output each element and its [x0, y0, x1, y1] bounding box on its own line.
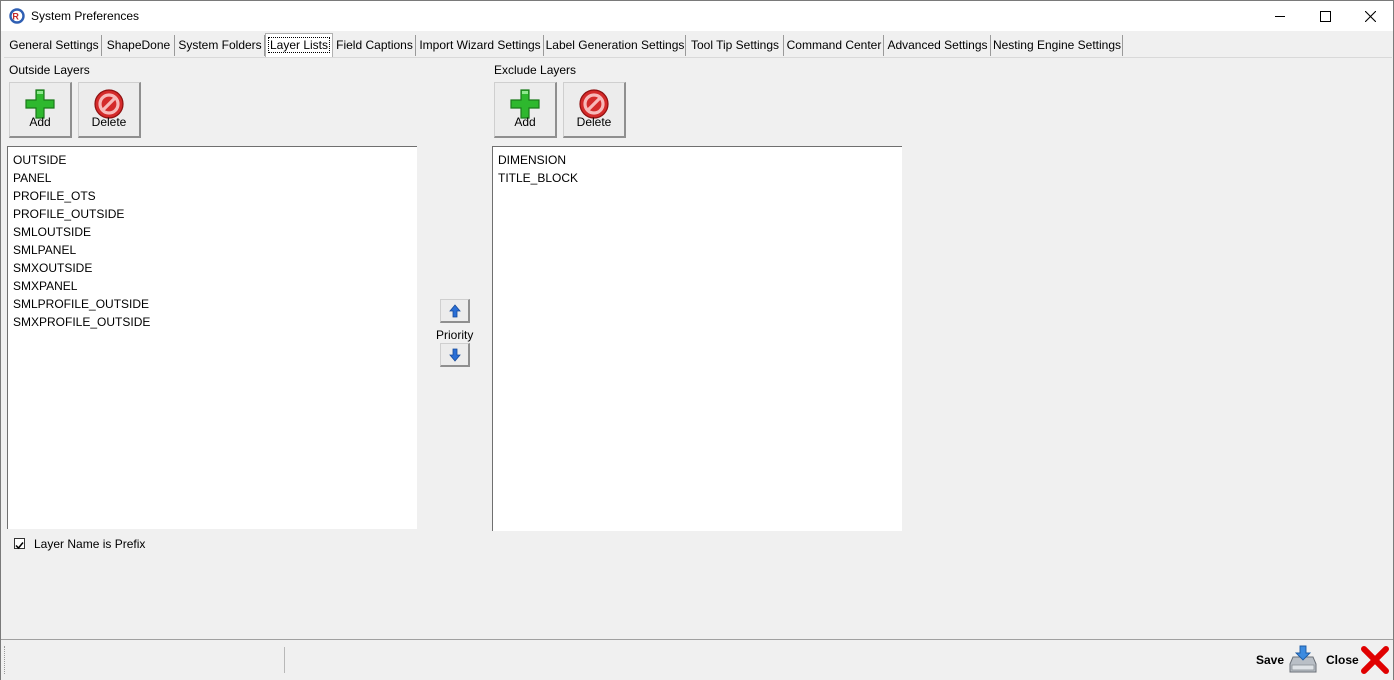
tab-strip: General Settings ShapeDone System Folder…: [4, 33, 1392, 58]
exclude-layers-label: Exclude Layers: [494, 63, 577, 77]
tab-field-captions[interactable]: Field Captions: [333, 35, 416, 56]
priority-up-button[interactable]: [440, 299, 470, 323]
layer-name-prefix-label: Layer Name is Prefix: [34, 537, 146, 551]
close-icon: [1364, 10, 1376, 22]
outside-add-button[interactable]: Add: [9, 82, 72, 138]
tab-general-settings[interactable]: General Settings: [6, 35, 102, 56]
delete-label: Delete: [91, 115, 127, 129]
add-label: Add: [29, 115, 51, 129]
tab-label: Layer Lists: [267, 37, 331, 53]
close-label[interactable]: Close: [1326, 653, 1359, 667]
tab-import-wizard-settings[interactable]: Import Wizard Settings: [416, 35, 544, 56]
add-label: Add: [514, 115, 536, 129]
list-item[interactable]: SMXOUTSIDE: [8, 259, 417, 277]
list-item[interactable]: SMLPROFILE_OUTSIDE: [8, 295, 417, 313]
svg-text:R: R: [12, 12, 19, 22]
save-icon[interactable]: [1287, 644, 1319, 679]
tab-label: System Folders: [178, 38, 262, 52]
checkmark-icon: [15, 542, 24, 550]
tab-label: Tool Tip Settings: [690, 38, 780, 52]
list-item[interactable]: SMXPROFILE_OUTSIDE: [8, 313, 417, 331]
close-x-icon[interactable]: [1360, 645, 1390, 678]
outside-delete-button[interactable]: Delete: [78, 82, 141, 138]
arrow-down-icon: [448, 348, 461, 362]
app-logo-icon: R: [9, 8, 25, 24]
tab-advanced-settings[interactable]: Advanced Settings: [884, 35, 991, 56]
tab-label: General Settings: [9, 38, 99, 52]
close-window-button[interactable]: [1347, 1, 1393, 31]
list-item[interactable]: SMLPANEL: [8, 241, 417, 259]
tab-label: Import Wizard Settings: [419, 38, 541, 52]
tab-shapedone[interactable]: ShapeDone: [102, 35, 175, 56]
tab-label: Nesting Engine Settings: [992, 38, 1122, 52]
system-preferences-window: R System Preferences General Settings Sh…: [0, 0, 1394, 680]
list-item[interactable]: PROFILE_OTS: [8, 187, 417, 205]
tab-layer-lists[interactable]: Layer Lists: [265, 33, 333, 57]
list-item[interactable]: OUTSIDE: [8, 151, 417, 169]
list-item[interactable]: SMLOUTSIDE: [8, 223, 417, 241]
tab-label: Advanced Settings: [887, 38, 988, 52]
tab-nesting-engine-settings[interactable]: Nesting Engine Settings: [991, 35, 1123, 56]
status-bar: Save Close: [1, 639, 1393, 680]
title-bar: R System Preferences: [1, 1, 1393, 31]
status-grip: [4, 646, 7, 674]
tab-label: ShapeDone: [106, 38, 171, 52]
save-label[interactable]: Save: [1256, 653, 1284, 667]
list-item[interactable]: DIMENSION: [493, 151, 902, 169]
status-divider: [284, 647, 285, 673]
tab-system-folders[interactable]: System Folders: [175, 35, 265, 56]
minimize-icon: [1275, 16, 1285, 17]
layer-name-prefix-checkbox[interactable]: [14, 538, 25, 550]
delete-label: Delete: [576, 115, 612, 129]
maximize-icon: [1319, 10, 1331, 22]
arrow-up-icon: [448, 303, 461, 317]
tab-label: Label Generation Settings: [545, 38, 685, 52]
maximize-button[interactable]: [1302, 1, 1348, 31]
tab-tool-tip-settings[interactable]: Tool Tip Settings: [686, 35, 784, 56]
exclude-add-button[interactable]: Add: [494, 82, 557, 138]
tab-label: Field Captions: [336, 38, 413, 52]
list-item[interactable]: TITLE_BLOCK: [493, 169, 902, 187]
priority-down-button[interactable]: [440, 343, 470, 367]
outside-layers-list[interactable]: OUTSIDE PANEL PROFILE_OTS PROFILE_OUTSID…: [7, 146, 417, 529]
window-title: System Preferences: [31, 9, 140, 23]
list-item[interactable]: PROFILE_OUTSIDE: [8, 205, 417, 223]
tab-label: Command Center: [786, 38, 882, 52]
outside-layers-label: Outside Layers: [9, 63, 90, 77]
priority-label: Priority: [436, 328, 474, 342]
tab-command-center[interactable]: Command Center: [784, 35, 884, 56]
exclude-delete-button[interactable]: Delete: [563, 82, 626, 138]
list-item[interactable]: SMXPANEL: [8, 277, 417, 295]
tab-label-generation-settings[interactable]: Label Generation Settings: [544, 35, 686, 56]
list-item[interactable]: PANEL: [8, 169, 417, 187]
minimize-button[interactable]: [1257, 1, 1303, 31]
exclude-layers-list[interactable]: DIMENSION TITLE_BLOCK: [492, 146, 902, 531]
